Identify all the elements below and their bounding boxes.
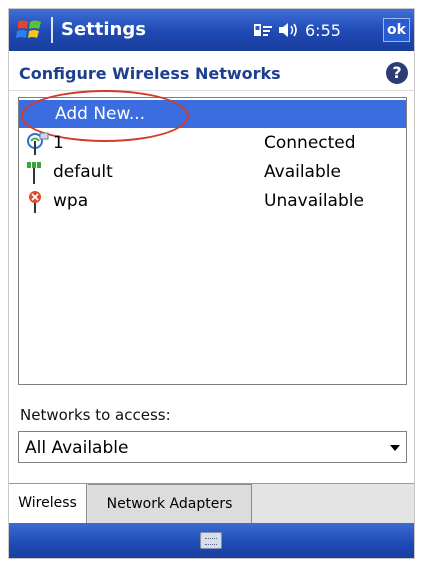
wifi-unavailable-icon [25,188,51,214]
connectivity-icon[interactable] [252,19,274,41]
networks-to-access-dropdown[interactable]: All Available [18,431,407,463]
network-name: wpa [53,191,89,211]
network-status: Unavailable [264,191,364,211]
help-icon[interactable]: ? [386,62,408,84]
tab-wireless[interactable]: Wireless [9,484,87,523]
list-item[interactable]: 1 Connected [19,129,406,157]
volume-icon[interactable] [277,20,301,40]
network-list[interactable]: Add New... 1 Connected default Available… [18,90,407,385]
list-item[interactable]: default Available [19,158,406,186]
networks-to-access-label: Networks to access: [20,406,171,424]
network-status: Available [264,162,341,182]
network-status: Connected [264,133,356,153]
keyboard-icon[interactable] [200,532,222,549]
wifi-connected-icon [25,130,51,156]
title-bar: Settings 6:55 ok [9,9,414,51]
menu-bar [9,523,414,558]
page-header: Configure Wireless Networks ? [9,51,414,91]
device-screen: Settings 6:55 ok Configure Wireless Netw… [8,8,415,559]
dropdown-selected-value: All Available [25,438,129,458]
wifi-available-icon [25,159,51,185]
windows-start-icon[interactable] [15,15,45,45]
clock[interactable]: 6:55 [305,21,341,40]
tab-strip: Wireless Network Adapters [9,483,414,523]
tab-network-adapters[interactable]: Network Adapters [88,484,252,523]
list-item[interactable]: wpa Unavailable [19,187,406,215]
title-separator [51,17,53,43]
network-name: 1 [53,133,64,153]
chevron-down-icon[interactable] [390,445,400,451]
page-title: Configure Wireless Networks [19,64,281,83]
network-name: default [53,162,113,182]
app-title: Settings [61,19,146,40]
ok-button[interactable]: ok [383,18,410,42]
